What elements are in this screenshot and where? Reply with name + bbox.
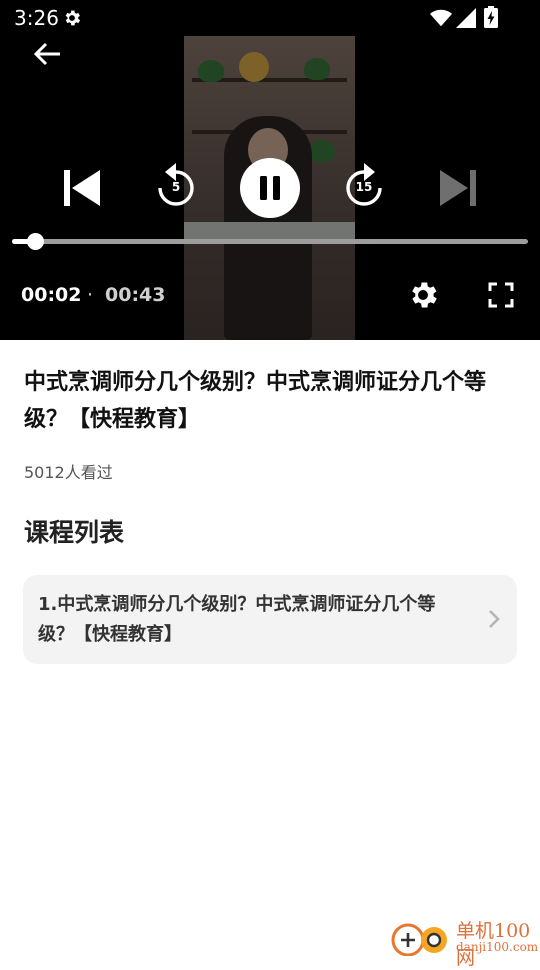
seek-bar[interactable] [12,233,528,250]
course-list-heading: 课程列表 [24,518,125,547]
status-time: 3:26 [14,6,59,30]
course-item-label: 1.中式烹调师分几个级别？中式烹调师证分几个等级？【快程教育】 [38,594,436,645]
player-settings-icon[interactable] [406,278,440,312]
battery-charging-icon [484,6,498,28]
watermark-site-url: danji100.com [456,940,539,954]
video-title: 中式烹调师分几个级别？中式烹调师证分几个等级？【快程教育】 [24,370,487,432]
next-track-button[interactable] [436,166,480,210]
pause-icon [260,176,280,200]
rewind-seconds: 5 [171,180,181,194]
video-player[interactable]: 3:26 5 15 00:02 · 00:43 [0,0,540,340]
back-arrow-icon[interactable] [30,38,66,70]
total-time: 00:43 [105,284,166,306]
current-time: 00:02 [21,284,82,306]
pause-button[interactable] [240,158,300,218]
watermark: 单机100网 danji100.com [390,914,540,969]
course-list-item[interactable]: 1.中式烹调师分几个级别？中式烹调师证分几个等级？【快程教育】 [23,575,517,664]
status-bar: 3:26 [0,0,540,36]
signal-icon [456,8,476,28]
watermark-logo-icon [391,923,447,956]
view-count: 5012人看过 [24,463,113,482]
previous-track-button[interactable] [60,166,104,210]
rewind-button[interactable]: 5 [152,160,200,214]
forward-button[interactable]: 15 [340,160,388,214]
seek-thumb[interactable] [27,233,45,250]
fullscreen-icon[interactable] [486,280,516,310]
time-separator: · [87,284,94,306]
chevron-right-icon [489,610,500,628]
settings-gear-icon [65,10,81,26]
forward-seconds: 15 [355,180,373,194]
wifi-icon [430,9,452,27]
